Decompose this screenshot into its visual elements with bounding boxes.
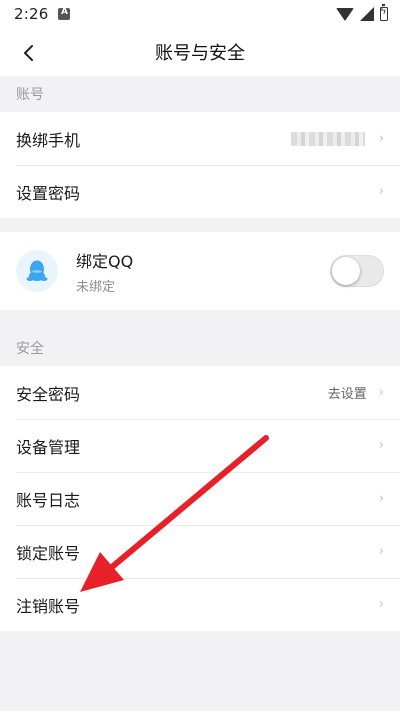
signal-icon [360, 7, 374, 21]
qq-binding-toggle[interactable] [330, 255, 384, 287]
toggle-knob [332, 257, 360, 285]
row-lock-account[interactable]: 锁定账号 › [0, 525, 400, 578]
row-label: 换绑手机 [16, 130, 81, 150]
section-label-security: 安全 [0, 330, 400, 366]
chevron-right-icon: › [378, 385, 384, 400]
row-label: 设备管理 [16, 437, 81, 457]
android-notification-icon [58, 7, 71, 20]
qq-binding-status: 未绑定 [76, 279, 116, 295]
chevron-right-icon: › [378, 544, 384, 559]
app-header: 账号与安全 [0, 28, 400, 76]
masked-phone-number [290, 131, 365, 146]
row-cancel-account[interactable]: 注销账号 › [0, 578, 400, 631]
chevron-left-icon [24, 45, 33, 61]
row-value-go-set: 去设置 [327, 387, 367, 402]
chevron-right-icon: › [378, 438, 384, 453]
wifi-icon [336, 7, 354, 21]
row-label: 注销账号 [16, 596, 81, 616]
account-group: 换绑手机 › 设置密码 › [0, 112, 400, 218]
qq-penguin-icon [16, 250, 58, 292]
status-time: 2:26 [14, 5, 49, 23]
row-label: 安全密码 [16, 384, 81, 404]
chevron-right-icon: › [378, 131, 384, 146]
status-bar: 2:26 [0, 0, 400, 28]
battery-charging-icon [380, 4, 388, 21]
row-account-log[interactable]: 账号日志 › [0, 472, 400, 525]
section-label-account: 账号 [0, 76, 400, 112]
page-title: 账号与安全 [155, 43, 245, 64]
security-group: 安全密码 去设置 › 设备管理 › 账号日志 › 锁定账号 › 注销账号 › [0, 366, 400, 631]
chevron-right-icon: › [378, 184, 384, 199]
chevron-right-icon: › [378, 491, 384, 506]
qq-binding-title: 绑定QQ [76, 251, 134, 271]
status-icons [336, 4, 388, 21]
row-label: 锁定账号 [16, 543, 81, 563]
row-device-management[interactable]: 设备管理 › [0, 419, 400, 472]
row-change-phone[interactable]: 换绑手机 › [0, 112, 400, 165]
back-button[interactable] [14, 38, 44, 68]
row-set-password[interactable]: 设置密码 › [0, 165, 400, 218]
row-label: 设置密码 [16, 183, 81, 203]
row-security-password[interactable]: 安全密码 去设置 › [0, 366, 400, 419]
qq-binding-card: 绑定QQ 未绑定 [0, 232, 400, 310]
chevron-right-icon: › [378, 597, 384, 612]
row-label: 账号日志 [16, 490, 81, 510]
